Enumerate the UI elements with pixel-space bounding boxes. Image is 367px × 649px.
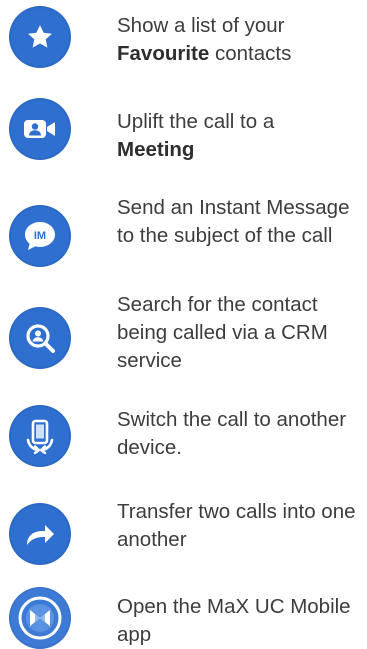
transfer-arrow-icon[interactable] — [9, 503, 71, 565]
feature-description: Open the MaX UC Mobile app — [117, 595, 351, 646]
feature-description: Uplift the call to a Meeting — [117, 108, 363, 164]
meeting-video-icon[interactable] — [9, 98, 71, 160]
description-text: contacts — [209, 42, 292, 65]
switch-device-icon[interactable] — [9, 405, 71, 467]
instant-message-icon[interactable]: IM — [9, 205, 71, 267]
feature-description: Search for the contact being called via … — [117, 293, 328, 372]
feature-description: Show a list of your Favourite contacts — [117, 12, 363, 68]
feature-description: Switch the call to another device. — [117, 408, 347, 459]
feature-description: Transfer two calls into one another — [117, 500, 356, 551]
feature-description: Send an Instant Message to the subject o… — [117, 196, 350, 247]
star-icon[interactable] — [9, 6, 71, 68]
description-bold: Meeting — [117, 138, 195, 161]
description-bold: Favourite — [117, 42, 210, 65]
description-text: Uplift the call to a — [117, 110, 275, 133]
description-text: Show a list of your — [117, 14, 285, 37]
crm-search-icon[interactable] — [9, 307, 71, 369]
im-icon-label: IM — [34, 230, 46, 242]
max-uc-logo-icon[interactable] — [9, 587, 71, 649]
